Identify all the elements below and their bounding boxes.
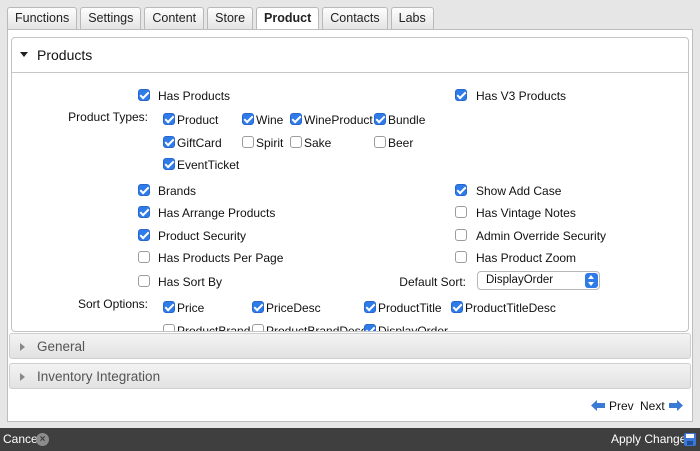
sort-option-label: PriceDesc [266,301,321,315]
product-type-label: Sake [304,136,332,150]
sort-option-label: ProductBrandDesc [266,324,367,332]
products-section-title: Products [37,47,93,63]
admin-override-security-label: Admin Override Security [476,229,607,243]
floppy-save-icon [684,433,696,446]
default-sort-value: DisplayOrder [486,274,554,286]
products-section: Products Has Products Has V3 Products Pr… [11,37,689,332]
has-arrange-products-label: Has Arrange Products [158,206,276,220]
arrow-right-icon [669,400,683,411]
general-section-header[interactable]: General [9,333,691,359]
sort-price-checkbox[interactable] [163,301,175,313]
has-products-per-page-label: Has Products Per Page [158,251,284,265]
product-type-label: Bundle [388,113,426,127]
tab-product[interactable]: Product [256,7,320,30]
sort-option-label: DisplayOrder [378,324,449,332]
tab-content[interactable]: Content [144,7,205,29]
has-v3-products-checkbox[interactable] [455,89,467,101]
product-types-label: Product Types: [68,110,148,124]
product-type-label: EventTicket [177,158,240,172]
inventory-integration-section-title: Inventory Integration [37,369,161,384]
show-add-case-label: Show Add Case [476,184,562,198]
tab-store[interactable]: Store [207,7,254,29]
tab-bar: Functions Settings Content Store Product… [7,7,434,30]
sort-productbranddesc-checkbox[interactable] [252,324,264,331]
product-type-wine-checkbox[interactable] [242,113,254,125]
sort-productbrand-checkbox[interactable] [163,324,175,331]
sort-option-label: ProductTitle [378,301,442,315]
product-type-label: GiftCard [177,136,222,150]
arrow-left-icon [591,400,605,411]
prev-label: Prev [609,399,634,413]
product-type-bundle-checkbox[interactable] [374,113,386,125]
has-arrange-products-checkbox[interactable] [138,206,150,218]
product-type-eventticket-checkbox[interactable] [163,158,175,170]
product-type-label: Beer [388,136,414,150]
triangle-down-icon [20,52,28,57]
product-type-beer-checkbox[interactable] [374,136,386,148]
tab-panel: Products Has Products Has V3 Products Pr… [7,29,693,422]
product-type-wineproduct-checkbox[interactable] [290,113,302,125]
has-product-zoom-checkbox[interactable] [455,251,467,263]
next-button[interactable]: Next [640,398,686,416]
show-add-case-checkbox[interactable] [455,184,467,196]
apply-changes-button[interactable]: Apply Changes [608,428,698,451]
triangle-right-icon [20,343,25,351]
product-type-label: Product [177,113,219,127]
tab-contacts[interactable]: Contacts [322,7,388,29]
product-type-label: Wine [256,113,284,127]
next-label: Next [640,399,665,413]
product-security-label: Product Security [158,229,247,243]
prev-button[interactable]: Prev [591,398,635,416]
has-sort-by-checkbox[interactable] [138,275,150,287]
brands-label: Brands [158,184,197,198]
product-type-product-checkbox[interactable] [163,113,175,125]
has-products-label: Has Products [158,89,231,103]
has-sort-by-label: Has Sort By [158,275,223,289]
section-divider [12,72,688,73]
product-type-giftcard-checkbox[interactable] [163,136,175,148]
sort-producttitledesc-checkbox[interactable] [451,301,463,313]
tab-labs[interactable]: Labs [390,7,434,29]
tab-functions[interactable]: Functions [7,7,78,29]
sort-producttitle-checkbox[interactable] [364,301,376,313]
sort-options-label: Sort Options: [77,297,148,311]
default-sort-label: Default Sort: [399,275,466,289]
has-product-zoom-label: Has Product Zoom [476,251,577,265]
settings-frame: Functions Settings Content Store Product… [0,0,700,428]
has-products-per-page-checkbox[interactable] [138,251,150,263]
has-vintage-notes-checkbox[interactable] [455,206,467,218]
sort-option-label: Price [177,301,205,315]
triangle-right-icon [20,373,25,381]
close-circle-icon: × [36,433,49,446]
cancel-button[interactable]: Cancel × [3,428,51,451]
cancel-label: Cancel [3,432,41,446]
admin-override-security-checkbox[interactable] [455,229,467,241]
sort-displayorder-checkbox[interactable] [364,324,376,331]
product-security-checkbox[interactable] [138,229,150,241]
product-type-label: WineProduct [304,113,373,127]
has-vintage-notes-label: Has Vintage Notes [476,206,576,220]
general-section-title: General [37,339,86,354]
select-arrows-icon [585,273,598,288]
brands-checkbox[interactable] [138,184,150,196]
has-v3-products-label: Has V3 Products [476,89,567,103]
tab-settings[interactable]: Settings [80,7,142,29]
inventory-integration-section-header[interactable]: Inventory Integration [9,363,691,389]
sort-option-label: ProductBrand [177,324,251,332]
product-type-label: Spirit [256,136,284,150]
apply-changes-label: Apply Changes [611,432,693,446]
sort-pricedesc-checkbox[interactable] [252,301,264,313]
default-sort-select[interactable]: DisplayOrder [477,271,600,290]
sort-option-label: ProductTitleDesc [465,301,556,315]
bottom-action-bar: Cancel × Apply Changes [0,428,700,451]
product-type-sake-checkbox[interactable] [290,136,302,148]
product-type-spirit-checkbox[interactable] [242,136,254,148]
has-products-checkbox[interactable] [138,89,150,101]
products-section-header[interactable]: Products [12,38,688,70]
